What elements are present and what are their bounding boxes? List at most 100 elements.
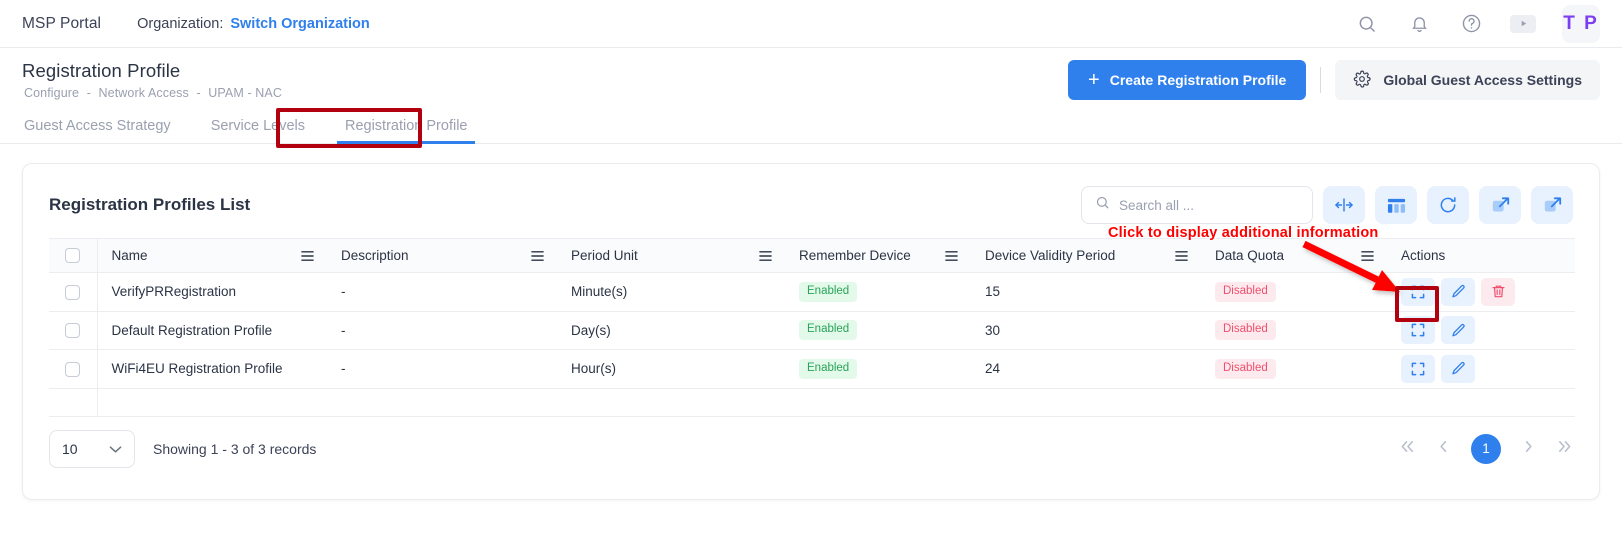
cell-actions: [1387, 311, 1575, 350]
create-registration-profile-label: Create Registration Profile: [1110, 72, 1287, 88]
tab-registration-profile[interactable]: Registration Profile: [325, 118, 488, 143]
cell-remember-device: Enabled: [785, 350, 971, 389]
chevron-down-icon: [109, 441, 122, 457]
search-input[interactable]: [1119, 198, 1299, 213]
fit-columns-icon[interactable]: [1323, 186, 1365, 224]
table-header-row: Name Description: [49, 239, 1575, 273]
play-icon[interactable]: [1510, 11, 1536, 37]
cell-data-quota: Disabled: [1201, 311, 1387, 350]
cell-period-unit: Minute(s): [557, 273, 785, 312]
page-size-value: 10: [62, 441, 78, 457]
expand-icon[interactable]: [1401, 355, 1435, 383]
column-menu-icon[interactable]: [758, 249, 773, 262]
page-number-1[interactable]: 1: [1471, 434, 1501, 464]
help-icon[interactable]: [1458, 11, 1484, 37]
column-menu-icon[interactable]: [1360, 249, 1375, 262]
select-all-header: [49, 239, 97, 273]
column-header-device-validity-period: Device Validity Period: [971, 239, 1201, 273]
cell-remember-device: Enabled: [785, 311, 971, 350]
fullscreen-icon[interactable]: [1479, 186, 1521, 224]
prev-page-icon[interactable]: [1438, 439, 1449, 458]
breadcrumb-separator: -: [87, 86, 91, 100]
column-label-name: Name: [112, 248, 148, 263]
status-badge: Disabled: [1215, 282, 1276, 302]
table-filler-row: [49, 388, 1575, 416]
tab-bar: Guest Access Strategy Service Levels Reg…: [0, 110, 1622, 144]
search-box[interactable]: [1081, 186, 1313, 224]
column-label-description: Description: [341, 248, 409, 263]
edit-icon[interactable]: [1441, 278, 1475, 306]
edit-icon[interactable]: [1441, 316, 1475, 344]
column-label-period-unit: Period Unit: [571, 248, 638, 263]
select-all-checkbox[interactable]: [65, 248, 80, 263]
cell-description: -: [327, 311, 557, 350]
column-menu-icon[interactable]: [530, 249, 545, 262]
avatar[interactable]: T P: [1562, 5, 1600, 43]
page-bottom-area: [0, 506, 1622, 554]
row-select-cell: [49, 273, 97, 312]
bell-icon[interactable]: [1406, 11, 1432, 37]
table-footer: 10 Showing 1 - 3 of 3 records: [23, 417, 1599, 468]
delete-icon[interactable]: [1481, 278, 1515, 306]
breadcrumb-item-1[interactable]: Network Access: [99, 86, 189, 100]
column-header-period-unit: Period Unit: [557, 239, 785, 273]
global-guest-access-settings-button[interactable]: Global Guest Access Settings: [1335, 60, 1600, 100]
page-header: Registration Profile Configure - Network…: [0, 48, 1622, 110]
next-page-icon[interactable]: [1523, 439, 1534, 458]
card-title: Registration Profiles List: [49, 195, 250, 215]
row-checkbox[interactable]: [65, 285, 80, 300]
status-badge: Enabled: [799, 320, 857, 340]
cell-data-quota: Disabled: [1201, 273, 1387, 312]
column-header-remember-device: Remember Device: [785, 239, 971, 273]
switch-organization-link[interactable]: Switch Organization: [230, 16, 369, 32]
column-header-data-quota: Data Quota: [1201, 239, 1387, 273]
search-icon[interactable]: [1354, 11, 1380, 37]
cell-device-validity-period: 15: [971, 273, 1201, 312]
cell-actions: [1387, 350, 1575, 389]
edit-icon[interactable]: [1441, 355, 1475, 383]
pagination: 1: [1399, 434, 1573, 464]
cell-period-unit: Hour(s): [557, 350, 785, 389]
expand-icon[interactable]: [1401, 316, 1435, 344]
card-header: Registration Profiles List: [23, 164, 1599, 224]
table-row[interactable]: WiFi4EU Registration Profile - Hour(s) E…: [49, 350, 1575, 389]
cell-data-quota: Disabled: [1201, 350, 1387, 389]
cell-device-validity-period: 24: [971, 350, 1201, 389]
status-badge: Enabled: [799, 282, 857, 302]
tab-guest-access-strategy[interactable]: Guest Access Strategy: [4, 118, 191, 143]
header-divider: [1320, 67, 1321, 93]
first-page-icon[interactable]: [1399, 439, 1416, 458]
cell-name: Default Registration Profile: [97, 311, 327, 350]
breadcrumb-item-0[interactable]: Configure: [24, 86, 79, 100]
column-menu-icon[interactable]: [944, 249, 959, 262]
column-menu-icon[interactable]: [1174, 249, 1189, 262]
cell-description: -: [327, 350, 557, 389]
top-navigation-bar: MSP Portal Organization: Switch Organiza…: [0, 0, 1622, 48]
last-page-icon[interactable]: [1556, 439, 1573, 458]
row-actions: [1401, 355, 1575, 383]
create-registration-profile-button[interactable]: + Create Registration Profile: [1068, 60, 1306, 100]
registration-profiles-card: Registration Profiles List: [22, 163, 1600, 500]
tab-service-levels[interactable]: Service Levels: [191, 118, 325, 143]
row-checkbox[interactable]: [65, 323, 80, 338]
organization-label: Organization:: [137, 16, 223, 32]
export-icon[interactable]: [1531, 186, 1573, 224]
records-summary: Showing 1 - 3 of 3 records: [153, 441, 316, 457]
column-settings-icon[interactable]: [1375, 186, 1417, 224]
cell-name: VerifyPRRegistration: [97, 273, 327, 312]
app-root: MSP Portal Organization: Switch Organiza…: [0, 0, 1622, 554]
page-size-select[interactable]: 10: [49, 430, 135, 468]
table-row[interactable]: Default Registration Profile - Day(s) En…: [49, 311, 1575, 350]
row-checkbox[interactable]: [65, 362, 80, 377]
top-bar-actions: T P: [1354, 5, 1622, 43]
app-brand[interactable]: MSP Portal: [22, 15, 101, 33]
refresh-icon[interactable]: [1427, 186, 1469, 224]
organization-selector: Organization: Switch Organization: [137, 16, 370, 32]
table-header: Name Description: [49, 239, 1575, 273]
table-row[interactable]: VerifyPRRegistration - Minute(s) Enabled…: [49, 273, 1575, 312]
play-icon-box: [1510, 15, 1536, 33]
breadcrumb-item-2[interactable]: UPAM - NAC: [208, 86, 282, 100]
expand-icon[interactable]: [1401, 278, 1435, 306]
column-label-remember-device: Remember Device: [799, 248, 911, 263]
column-menu-icon[interactable]: [300, 249, 315, 262]
